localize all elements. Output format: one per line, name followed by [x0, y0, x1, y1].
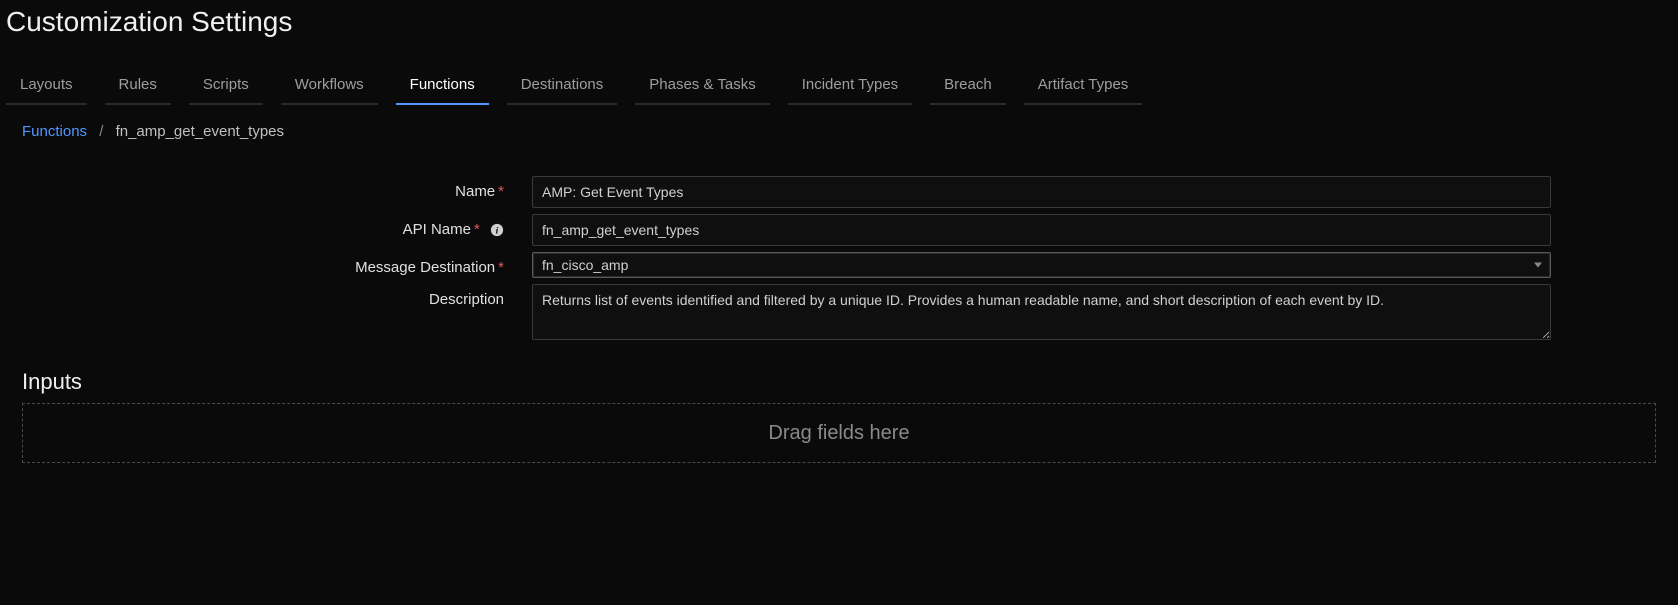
- page-title: Customization Settings: [0, 0, 1678, 66]
- tab-destinations[interactable]: Destinations: [507, 66, 618, 105]
- tab-layouts[interactable]: Layouts: [6, 66, 87, 105]
- info-icon[interactable]: i: [490, 223, 504, 237]
- breadcrumb-root-link[interactable]: Functions: [22, 123, 87, 140]
- breadcrumb: Functions / fn_amp_get_event_types: [0, 105, 1678, 158]
- name-label: Name*: [22, 176, 532, 200]
- message-destination-value: fn_cisco_amp: [542, 257, 628, 273]
- tab-breach[interactable]: Breach: [930, 66, 1006, 105]
- svg-text:i: i: [496, 226, 499, 237]
- tab-incident-types[interactable]: Incident Types: [788, 66, 912, 105]
- api-name-label: API Name* i: [22, 214, 532, 238]
- api-name-input[interactable]: [532, 214, 1551, 246]
- tab-bar: Layouts Rules Scripts Workflows Function…: [0, 66, 1678, 105]
- inputs-heading: Inputs: [0, 351, 1678, 403]
- tab-scripts[interactable]: Scripts: [189, 66, 263, 105]
- message-destination-select[interactable]: fn_cisco_amp: [532, 252, 1551, 278]
- chevron-down-icon: [1534, 263, 1542, 268]
- name-input[interactable]: [532, 176, 1551, 208]
- tab-artifact-types[interactable]: Artifact Types: [1024, 66, 1143, 105]
- breadcrumb-separator: /: [99, 123, 103, 140]
- tab-functions[interactable]: Functions: [396, 66, 489, 105]
- inputs-drop-zone[interactable]: Drag fields here: [22, 403, 1656, 463]
- description-textarea[interactable]: [532, 284, 1551, 340]
- breadcrumb-current: fn_amp_get_event_types: [116, 123, 284, 140]
- tab-phases-tasks[interactable]: Phases & Tasks: [635, 66, 769, 105]
- function-form: Name* API Name* i Message Destination* f…: [0, 158, 1678, 345]
- description-label: Description: [22, 284, 532, 308]
- message-destination-label: Message Destination*: [22, 252, 532, 276]
- drop-zone-placeholder: Drag fields here: [768, 422, 909, 445]
- tab-rules[interactable]: Rules: [105, 66, 171, 105]
- tab-workflows[interactable]: Workflows: [281, 66, 378, 105]
